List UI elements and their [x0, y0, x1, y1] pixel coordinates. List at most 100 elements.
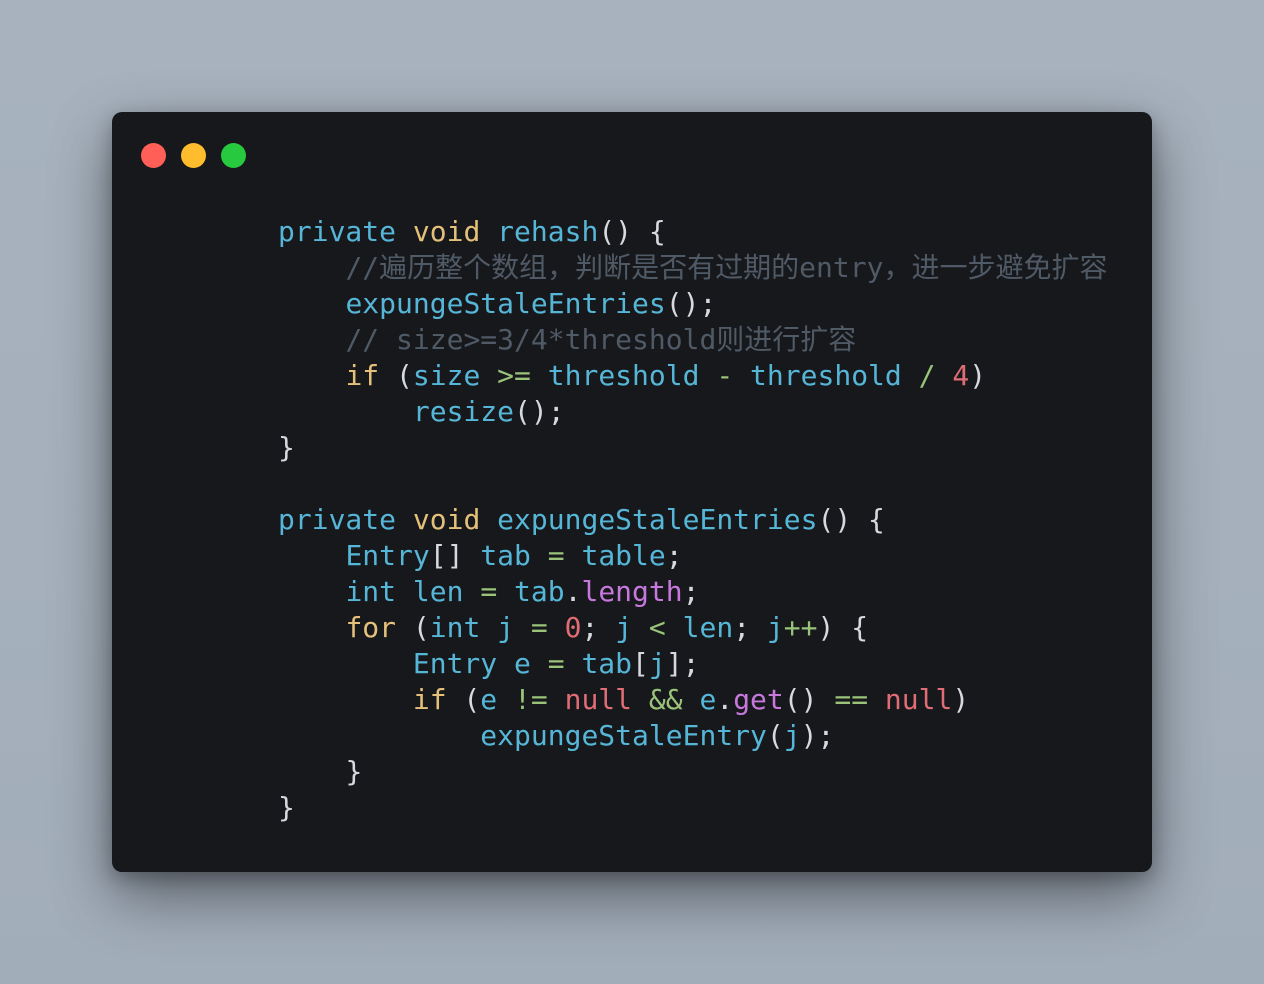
code-token: private [278, 215, 397, 248]
code-token: tab [514, 575, 565, 608]
code-token: [ [632, 647, 649, 680]
code-token: == [834, 683, 869, 716]
code-token: && [648, 683, 683, 716]
code-token: Entry [345, 539, 430, 572]
code-token: expungeStaleEntries [345, 287, 666, 320]
code-token: null [884, 683, 953, 716]
code-token: void [412, 503, 481, 536]
code-token: ) [969, 359, 987, 392]
code-token: //遍历整个数组，判断是否有过期的entry，进一步避免扩容 [345, 251, 1108, 284]
code-line: expungeStaleEntries(); [278, 286, 1107, 322]
code-token: len [682, 611, 734, 644]
code-token: () [783, 683, 835, 716]
code-token: threshold [750, 359, 902, 392]
code-token: size [412, 359, 481, 392]
code-token: . [716, 683, 734, 716]
code-token: 4 [952, 359, 970, 392]
code-token: e [480, 683, 498, 716]
code-token: ) { [817, 611, 869, 644]
code-token: j [783, 719, 801, 752]
code-block: private void rehash() { //遍历整个数组，判断是否有过期… [278, 214, 1107, 826]
code-token: = [530, 611, 548, 644]
code-token: - [716, 359, 734, 392]
code-token: ; [665, 539, 683, 572]
code-line: if (e != null && e.get() == null) [278, 682, 1107, 718]
code-token: null [564, 683, 633, 716]
code-token: ++ [783, 611, 818, 644]
code-token: ) [952, 683, 970, 716]
code-token: } [345, 755, 363, 788]
code-token: expungeStaleEntries [497, 503, 818, 536]
code-line: Entry[] tab = table; [278, 538, 1107, 574]
code-token: () { [598, 215, 666, 248]
code-token: ]; [665, 647, 700, 680]
code-line: int len = tab.length; [278, 574, 1107, 610]
code-token: ; [682, 575, 700, 608]
code-line: Entry e = tab[j]; [278, 646, 1107, 682]
maximize-button[interactable] [221, 143, 246, 168]
code-token: e [699, 683, 717, 716]
code-token: Entry [412, 647, 498, 680]
code-token: . [564, 575, 582, 608]
code-line: resize(); [278, 394, 1107, 430]
code-token: ; [733, 611, 767, 644]
minimize-button[interactable] [181, 143, 206, 168]
code-line: } [278, 754, 1107, 790]
code-line: if (size >= threshold - threshold / 4) [278, 358, 1107, 394]
code-line: // size>=3/4*threshold则进行扩容 [278, 322, 1107, 358]
window-controls [141, 143, 261, 169]
code-token: // size>=3/4*threshold则进行扩容 [345, 323, 857, 356]
code-token: (); [665, 287, 717, 320]
code-token: private [278, 503, 397, 536]
code-token: int [345, 575, 397, 608]
code-token: ; [581, 611, 616, 644]
code-token: ); [800, 719, 835, 752]
close-button[interactable] [141, 143, 166, 168]
code-line: private void expungeStaleEntries() { [278, 502, 1107, 538]
code-line: for (int j = 0; j < len; j++) { [278, 610, 1107, 646]
code-line: } [278, 430, 1107, 466]
code-token: } [278, 431, 295, 464]
code-token: length [581, 575, 683, 608]
code-token: rehash [497, 215, 599, 248]
code-token: j [497, 611, 515, 644]
code-token: if [345, 359, 380, 392]
code-token: j [615, 611, 633, 644]
code-token: for [345, 611, 397, 644]
code-token: e [514, 647, 531, 680]
code-token: tab [480, 539, 531, 572]
code-line: } [278, 790, 1107, 826]
code-token: != [514, 683, 548, 716]
